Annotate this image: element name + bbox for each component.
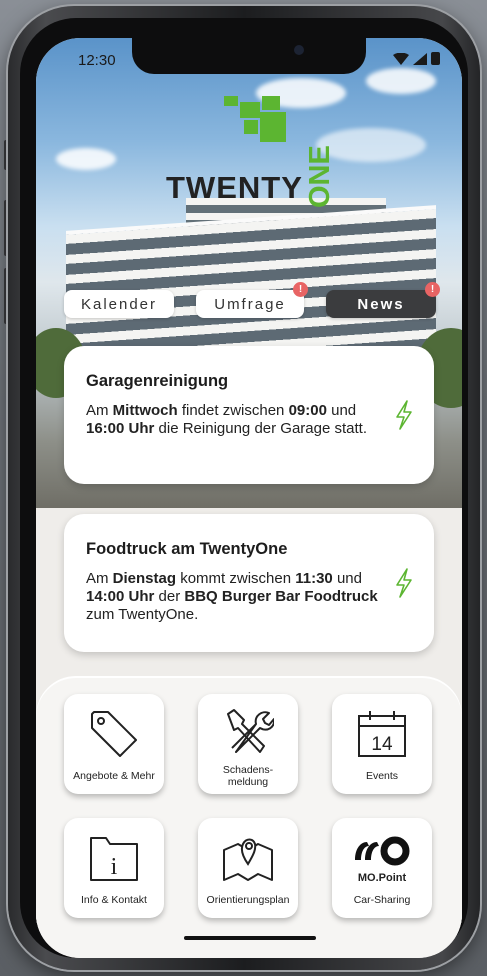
tile-label: Info & Kontakt bbox=[81, 894, 147, 906]
map-icon bbox=[198, 830, 298, 884]
info-folder-icon: i bbox=[64, 832, 164, 884]
tools-icon bbox=[198, 706, 298, 758]
tile-info-kontakt[interactable]: i Info & Kontakt bbox=[64, 818, 164, 918]
tag-icon bbox=[64, 708, 164, 760]
tile-angebote[interactable]: Angebote & Mehr bbox=[64, 694, 164, 794]
status-time: 12:30 bbox=[78, 52, 116, 69]
lightning-icon bbox=[396, 568, 412, 598]
logo-wordmark: TWENTY bbox=[166, 170, 303, 205]
tile-label: Schadens-meldung bbox=[222, 764, 274, 788]
app-screen: 12:30 TWENTY ONE Kalender Umfrage ! News… bbox=[36, 38, 462, 958]
tab-umfrage[interactable]: Umfrage ! bbox=[196, 282, 308, 318]
signal-icon bbox=[413, 52, 427, 65]
lightning-icon bbox=[396, 400, 412, 430]
calendar-icon: 14 bbox=[332, 708, 432, 760]
tile-schadensmeldung[interactable]: Schadens-meldung bbox=[198, 694, 298, 794]
mopoint-wordmark: MO.Point bbox=[357, 872, 407, 884]
camera-notch bbox=[132, 38, 366, 74]
news-alert-badge: ! bbox=[425, 282, 440, 297]
tile-car-sharing[interactable]: MO.Point Car-Sharing bbox=[332, 818, 432, 918]
tile-orientierungsplan[interactable]: Orientierungsplan bbox=[198, 818, 298, 918]
news-title: Foodtruck am TwentyOne bbox=[86, 540, 288, 558]
logo-one: ONE bbox=[304, 145, 336, 208]
battery-icon bbox=[431, 52, 440, 65]
front-camera bbox=[294, 45, 304, 55]
news-text: Am Dienstag kommt zwischen 11:30 und 14:… bbox=[86, 570, 378, 623]
tab-kalender[interactable]: Kalender bbox=[64, 290, 174, 318]
tile-events[interactable]: 14 Events bbox=[332, 694, 432, 794]
wifi-icon bbox=[393, 52, 409, 65]
tile-label: Angebote & Mehr bbox=[73, 770, 155, 782]
mopoint-logo bbox=[332, 834, 432, 866]
news-card-foodtruck[interactable]: Foodtruck am TwentyOne Am Dienstag kommt… bbox=[64, 514, 434, 652]
svg-text:14: 14 bbox=[371, 734, 393, 755]
tab-news[interactable]: News ! bbox=[326, 282, 440, 318]
news-text: Am Mittwoch findet zwischen 09:00 und 16… bbox=[86, 402, 368, 437]
home-indicator[interactable] bbox=[184, 936, 316, 940]
umfrage-alert-badge: ! bbox=[293, 282, 308, 297]
status-icons bbox=[393, 52, 440, 65]
news-card-garagenreinigung[interactable]: Garagenreinigung Am Mittwoch findet zwis… bbox=[64, 346, 434, 484]
tile-label: Events bbox=[365, 770, 399, 782]
tile-label: Orientierungsplan bbox=[206, 894, 290, 906]
tile-label: Car-Sharing bbox=[353, 894, 411, 906]
news-title: Garagenreinigung bbox=[86, 372, 229, 390]
svg-text:i: i bbox=[111, 854, 118, 880]
